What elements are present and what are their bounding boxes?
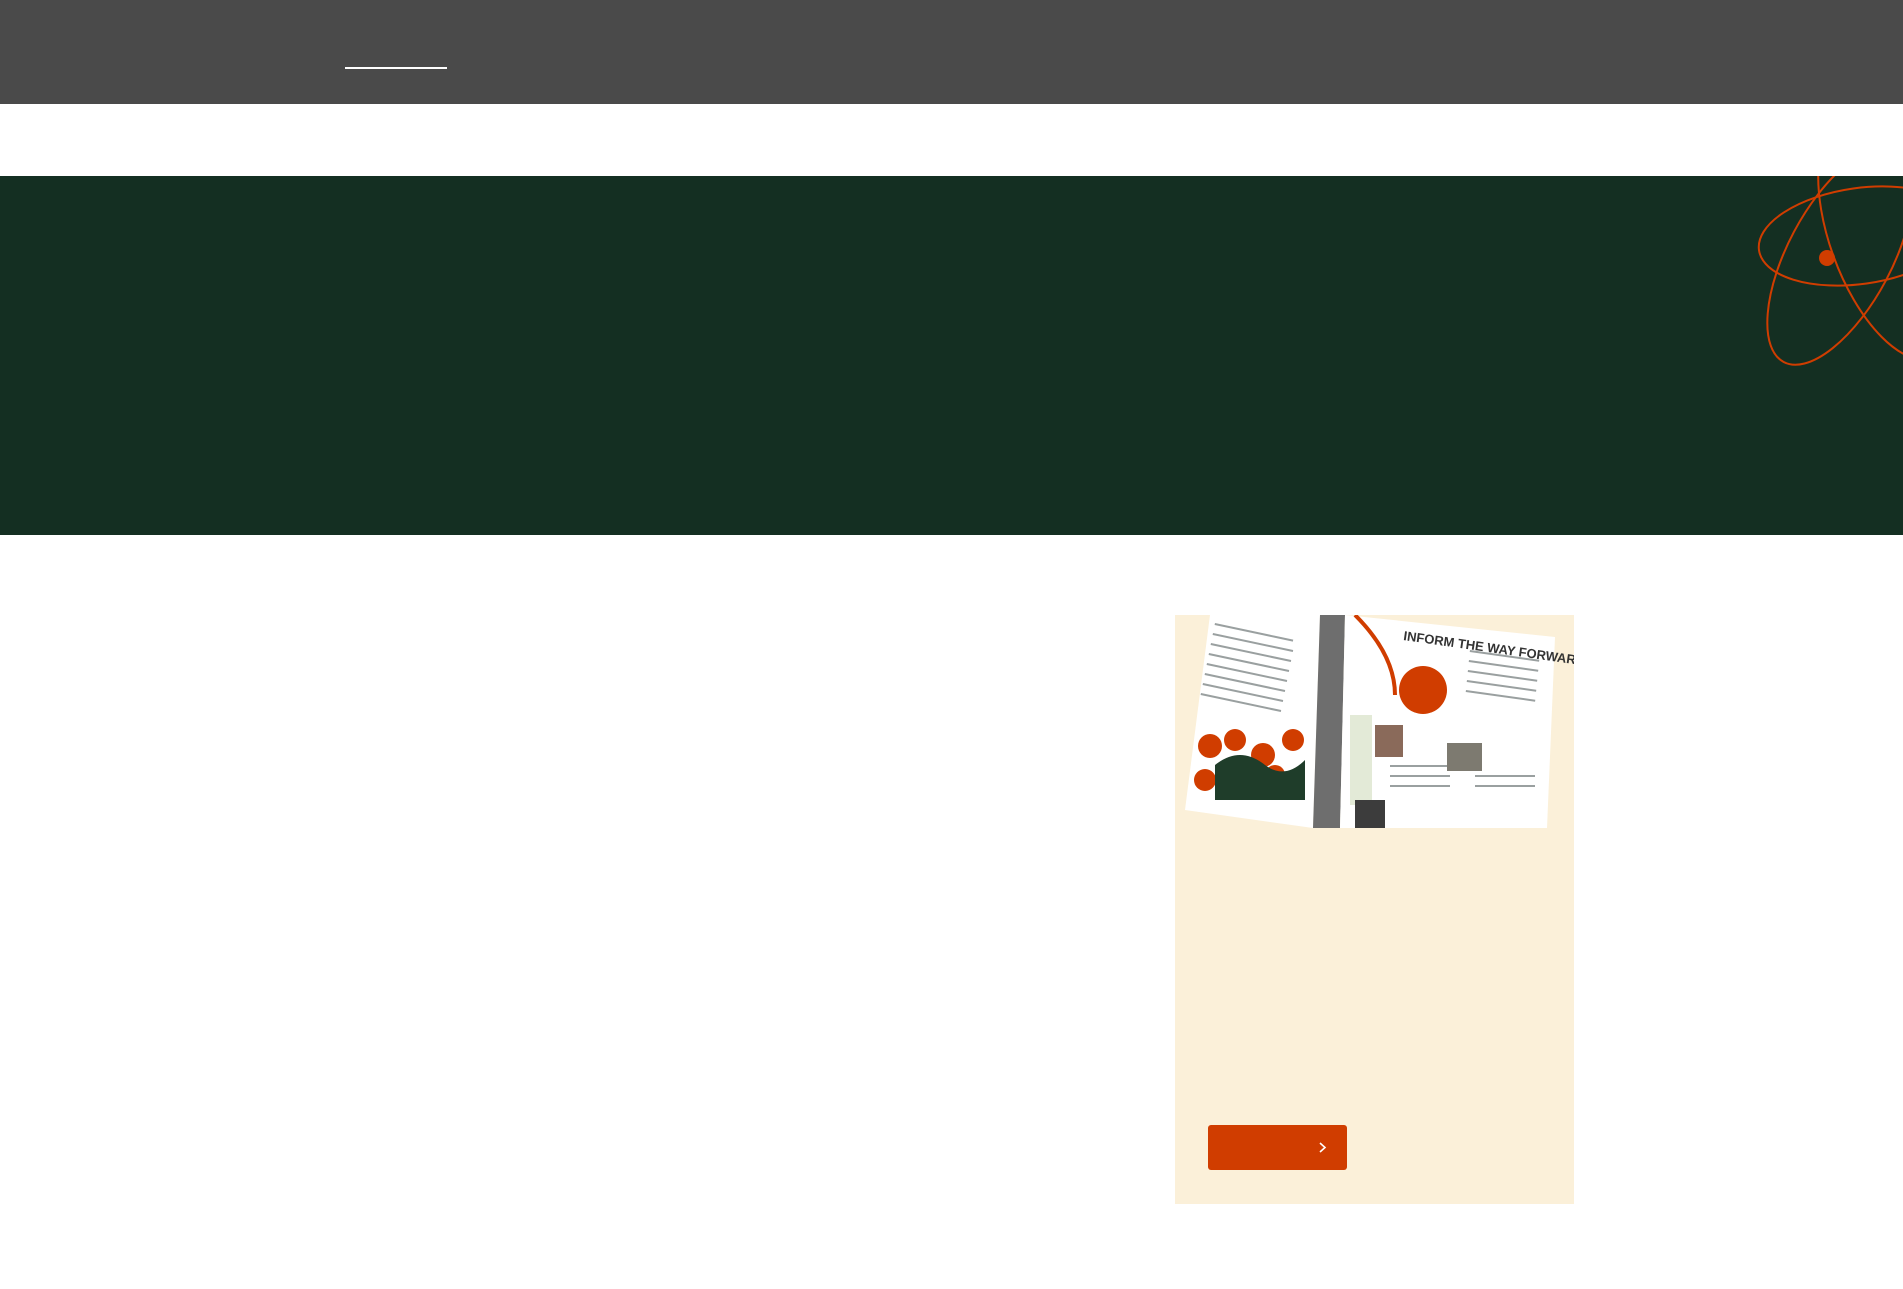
magazine-spread-image: INFORM THE WAY FORWARD	[1175, 615, 1574, 828]
hero-banner	[0, 176, 1903, 535]
nav-link-active[interactable]	[345, 40, 447, 68]
orbit-decoration-icon	[1757, 176, 1903, 366]
read-more-button[interactable]	[1208, 1125, 1347, 1170]
publication-card: INFORM THE WAY FORWARD	[1175, 615, 1574, 1204]
nav-active-underline	[345, 67, 447, 69]
chevron-right-icon	[1319, 1142, 1327, 1153]
top-navigation-bar	[0, 0, 1903, 104]
